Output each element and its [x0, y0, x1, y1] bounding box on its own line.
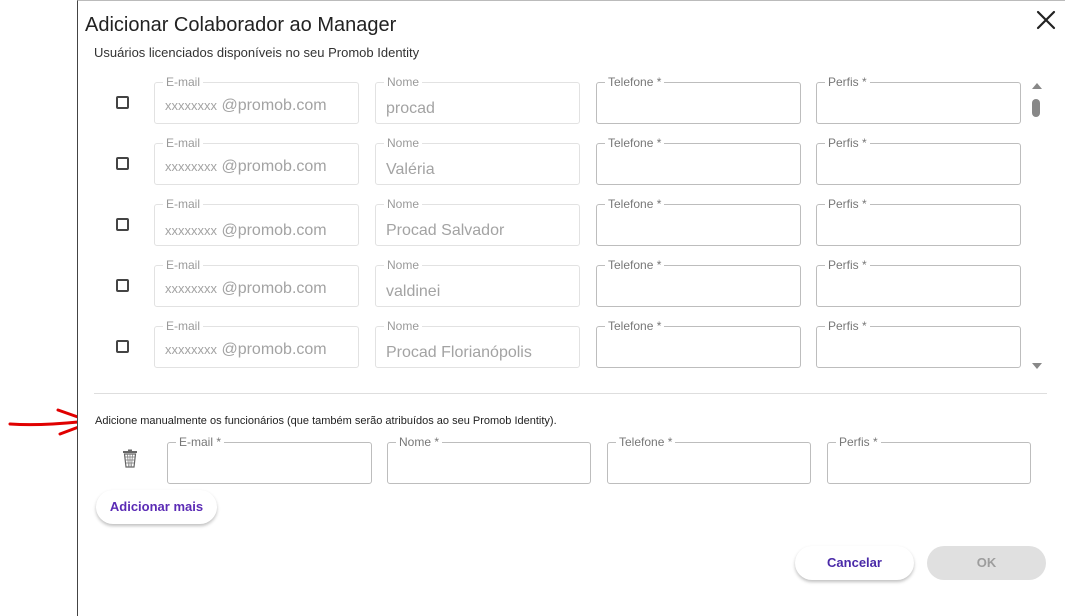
- manual-email-field[interactable]: E-mail *: [167, 436, 372, 484]
- select-user-checkbox[interactable]: [116, 96, 129, 109]
- section-divider: [94, 393, 1047, 394]
- manual-name-field[interactable]: Nome *: [387, 436, 591, 484]
- name-field: Nome Procad Florianópolis: [375, 320, 580, 368]
- add-collaborator-dialog: Adicionar Colaborador ao Manager Usuário…: [77, 0, 1065, 616]
- licensed-user-row: E-mail xxxxxxxx @promob.com Nome Procad …: [78, 193, 1048, 254]
- scroll-up-icon[interactable]: [1032, 83, 1042, 89]
- manual-profiles-field[interactable]: Perfis *: [827, 436, 1031, 484]
- phone-field[interactable]: Telefone *: [596, 320, 801, 368]
- manual-phone-field[interactable]: Telefone *: [607, 436, 811, 484]
- email-field: E-mail xxxxxxxx @promob.com: [154, 259, 359, 307]
- manual-add-instruction: Adicione manualmente os funcionários (qu…: [95, 415, 557, 427]
- email-field: E-mail xxxxxxxx @promob.com: [154, 320, 359, 368]
- name-field: Nome Procad Salvador: [375, 198, 580, 246]
- profiles-field[interactable]: Perfis *: [816, 76, 1021, 124]
- ok-button[interactable]: OK: [927, 546, 1046, 580]
- select-user-checkbox[interactable]: [116, 218, 129, 231]
- phone-field[interactable]: Telefone *: [596, 259, 801, 307]
- profiles-field[interactable]: Perfis *: [816, 198, 1021, 246]
- dialog-subtitle: Usuários licenciados disponíveis no seu …: [94, 45, 420, 60]
- name-field: Nome procad: [375, 76, 580, 124]
- email-field: E-mail xxxxxxxx @promob.com: [154, 137, 359, 185]
- phone-field[interactable]: Telefone *: [596, 76, 801, 124]
- licensed-user-row: E-mail xxxxxxxx @promob.com Nome Procad …: [78, 315, 1048, 376]
- select-user-checkbox[interactable]: [116, 340, 129, 353]
- licensed-users-list: E-mail xxxxxxxx @promob.com Nome procad …: [78, 71, 1048, 376]
- list-scrollbar[interactable]: [1029, 81, 1045, 373]
- licensed-user-row: E-mail xxxxxxxx @promob.com Nome valdine…: [78, 254, 1048, 315]
- dialog-title: Adicionar Colaborador ao Manager: [85, 14, 397, 36]
- phone-field[interactable]: Telefone *: [596, 137, 801, 185]
- select-user-checkbox[interactable]: [116, 157, 129, 170]
- name-field: Nome Valéria: [375, 137, 580, 185]
- name-field: Nome valdinei: [375, 259, 580, 307]
- licensed-user-row: E-mail xxxxxxxx @promob.com Nome Valéria…: [78, 132, 1048, 193]
- add-more-button[interactable]: Adicionar mais: [96, 490, 217, 524]
- profiles-field[interactable]: Perfis *: [816, 320, 1021, 368]
- email-field: E-mail xxxxxxxx @promob.com: [154, 198, 359, 246]
- scroll-down-icon[interactable]: [1032, 363, 1042, 369]
- trash-icon[interactable]: [121, 449, 139, 468]
- licensed-user-row: E-mail xxxxxxxx @promob.com Nome procad …: [78, 71, 1048, 132]
- email-field: E-mail xxxxxxxx @promob.com: [154, 76, 359, 124]
- phone-field[interactable]: Telefone *: [596, 198, 801, 246]
- cancel-button[interactable]: Cancelar: [795, 546, 914, 580]
- scrollbar-thumb[interactable]: [1032, 99, 1040, 117]
- profiles-field[interactable]: Perfis *: [816, 259, 1021, 307]
- close-icon[interactable]: [1033, 7, 1059, 33]
- profiles-field[interactable]: Perfis *: [816, 137, 1021, 185]
- select-user-checkbox[interactable]: [116, 279, 129, 292]
